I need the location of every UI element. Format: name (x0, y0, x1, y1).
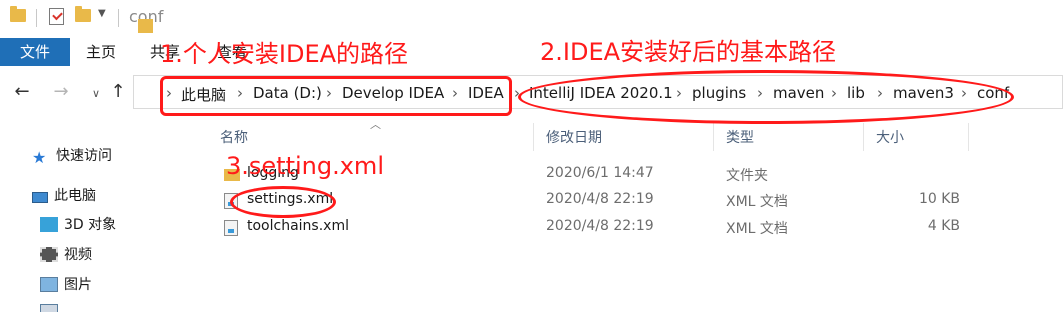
properties-icon[interactable] (49, 8, 64, 25)
arrow-right-icon[interactable]: → (51, 82, 71, 102)
film-icon (40, 247, 58, 262)
sidebar-item-pictures[interactable]: 图片 (40, 274, 92, 296)
arrow-up-icon[interactable]: ↑ (108, 82, 128, 102)
document-icon (40, 304, 58, 312)
column-divider[interactable] (713, 123, 714, 151)
column-divider[interactable] (968, 123, 969, 151)
sidebar-item-label: 3D 对象 (64, 217, 117, 233)
sidebar-item-label: 此电脑 (54, 188, 96, 204)
toolbar-divider (118, 9, 119, 27)
annotation-settings: 3.setting.xml (226, 152, 384, 180)
file-size: 10 KB (918, 191, 960, 207)
tab-file[interactable]: 文件 (0, 38, 70, 66)
cube-icon (40, 217, 58, 232)
column-header-name[interactable]: 名称 (220, 127, 248, 147)
file-modified: 2020/4/8 22:19 (546, 191, 654, 207)
title-bar: ▼ conf (0, 0, 1063, 38)
annotation-install-path: 1.个人安装IDEA的路径 (160, 40, 409, 68)
table-row[interactable]: toolchains.xml 2020/4/8 22:19 XML 文档 4 K… (200, 215, 1063, 241)
folder-icon (138, 19, 153, 33)
sidebar-item-videos[interactable]: 视频 (40, 244, 92, 266)
file-type: XML 文档 (726, 194, 788, 210)
annotation-ring-install-path (160, 76, 512, 116)
picture-icon (40, 277, 58, 292)
file-type: XML 文档 (726, 221, 788, 237)
annotation-base-path: 2.IDEA安装好后的基本路径 (540, 38, 837, 66)
customize-toolbar-icon[interactable]: ▼ (98, 8, 106, 19)
sidebar-item-label: 图片 (64, 277, 92, 293)
arrow-left-icon[interactable]: ← (12, 82, 32, 102)
file-modified: 2020/4/8 22:19 (546, 218, 654, 234)
sidebar-item-label: 快速访问 (56, 148, 112, 164)
computer-icon (32, 192, 48, 203)
sidebar-item-3d-objects[interactable]: 3D 对象 (40, 214, 116, 236)
sidebar-item-label: 视频 (64, 247, 92, 263)
sort-ascending-icon: ︿ (370, 118, 381, 131)
annotation-ring-settings (230, 186, 336, 218)
column-divider[interactable] (533, 123, 534, 151)
column-header-type[interactable]: 类型 (726, 127, 754, 147)
sidebar-item-this-pc[interactable]: 此电脑 (32, 185, 96, 207)
toolbar-divider (36, 9, 37, 27)
tab-home[interactable]: 主页 (86, 38, 116, 66)
star-icon: ★ (32, 148, 47, 167)
navigation-pane: ★ 快速访问 此电脑 3D 对象 视频 图片 (0, 118, 200, 312)
column-divider[interactable] (863, 123, 864, 151)
file-size: 4 KB (927, 218, 960, 234)
file-list: ︿ 名称 修改日期 类型 大小 logging 2020/6/1 14:47 文… (200, 118, 1063, 312)
sidebar-item-documents[interactable] (40, 301, 64, 312)
sidebar-item-quick-access[interactable]: ★ 快速访问 (32, 145, 112, 167)
file-modified: 2020/6/1 14:47 (546, 165, 654, 181)
column-header-size[interactable]: 大小 (876, 127, 904, 147)
xml-file-icon (224, 220, 238, 236)
new-folder-icon[interactable] (75, 6, 91, 22)
file-type: 文件夹 (726, 168, 768, 184)
annotation-ring-base-path (518, 70, 1014, 124)
folder-icon (10, 6, 26, 22)
chevron-down-icon[interactable]: ∨ (86, 84, 106, 104)
column-header-modified[interactable]: 修改日期 (546, 127, 602, 147)
file-name: toolchains.xml (247, 218, 349, 234)
